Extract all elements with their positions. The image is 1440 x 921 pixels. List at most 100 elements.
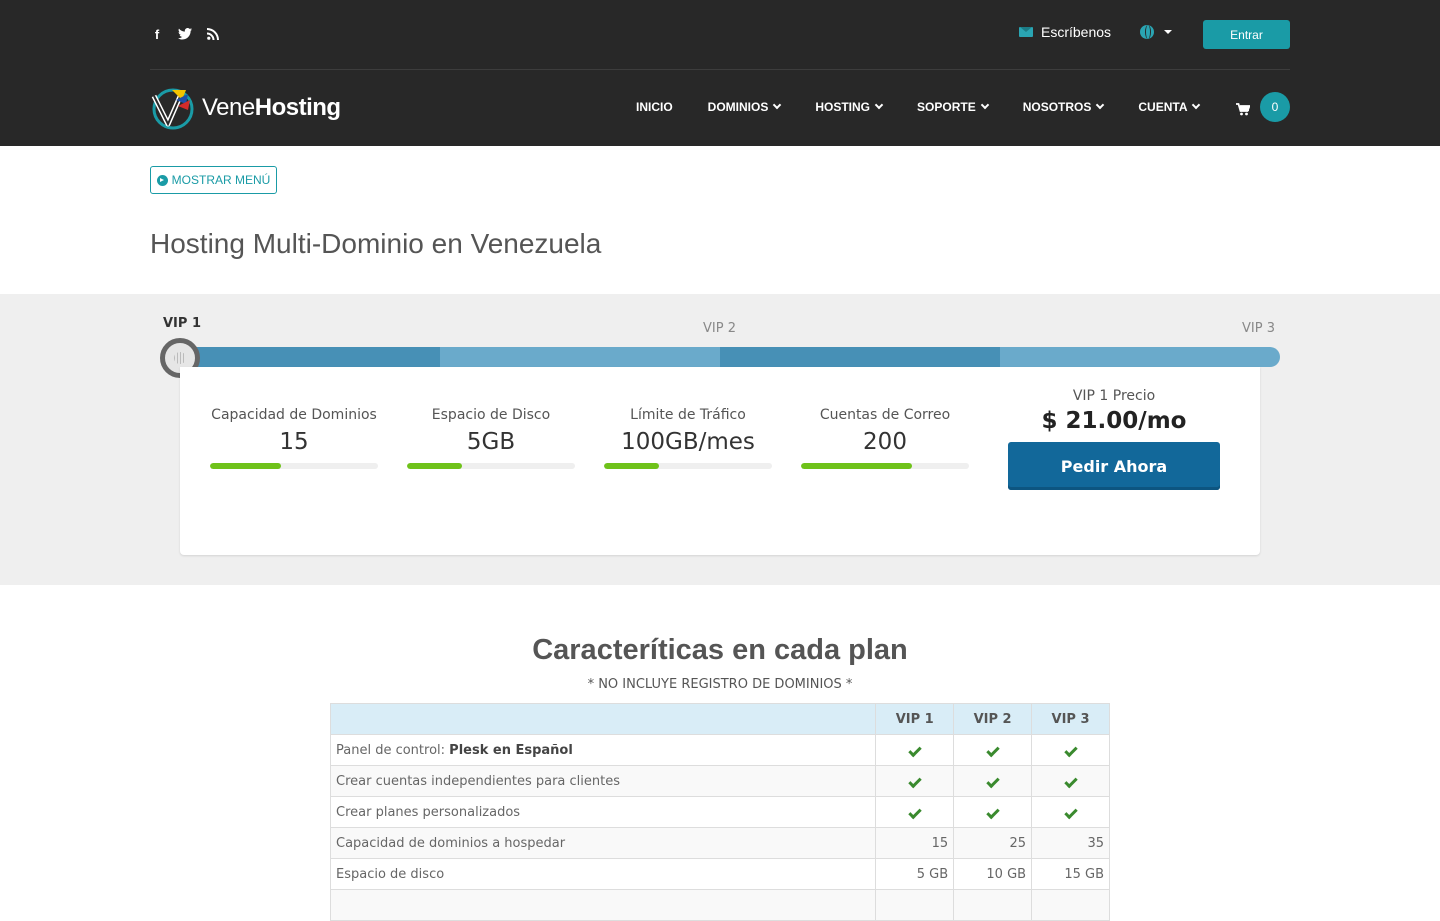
check-cell — [953, 734, 1033, 766]
plan-slider-track[interactable] — [180, 347, 1280, 367]
stat-progress-bar — [801, 463, 969, 469]
feature-text: Capacidad de dominios a hospedar — [336, 835, 566, 851]
chevron-down-icon — [1096, 100, 1105, 110]
envelope-icon — [1019, 27, 1033, 37]
stat-value: 100GB/mes — [621, 429, 755, 455]
value-cell: 15 GB — [1031, 858, 1110, 890]
nav-label: HOSTING — [815, 100, 871, 114]
stat-disk-space: Espacio de Disco 5GB — [407, 407, 575, 469]
page-title: Hosting Multi-Dominio en Venezuela — [150, 228, 602, 259]
brand-name-light: Vene — [202, 94, 255, 121]
nav-label: INICIO — [636, 100, 673, 114]
language-selector[interactable] — [1140, 25, 1172, 39]
check-cell — [875, 796, 955, 828]
nav-label: SOPORTE — [917, 100, 976, 114]
tier-label-vip1[interactable]: VIP 1 — [163, 316, 201, 331]
checkmark-icon — [985, 805, 1000, 819]
stat-domain-capacity: Capacidad de Dominios 15 — [210, 407, 378, 469]
feature-label: Capacidad de dominios a hospedar — [329, 827, 877, 859]
facebook-icon[interactable]: f — [150, 26, 164, 42]
features-table: VIP 1 VIP 2 VIP 3 Panel de control: Ples… — [329, 703, 1110, 921]
nav-item-nosotros[interactable]: NOSOTROS — [1023, 100, 1105, 114]
chevron-down-icon — [874, 100, 884, 110]
rss-icon[interactable] — [206, 26, 220, 42]
slider-segment — [180, 347, 440, 367]
value-cell: 15 — [875, 827, 955, 859]
nav-label: CUENTA — [1138, 100, 1188, 114]
slider-segment — [440, 347, 720, 367]
tier-label-vip3[interactable]: VIP 3 — [1242, 321, 1275, 336]
slider-segment — [1000, 347, 1280, 367]
nav-item-inicio[interactable]: INICIO — [636, 100, 673, 114]
stat-progress-bar — [210, 463, 378, 469]
table-row — [329, 889, 1110, 921]
cart-count-badge[interactable]: 0 — [1260, 92, 1290, 122]
order-now-button[interactable]: Pedir Ahora — [1008, 442, 1220, 490]
column-header: VIP 1 — [875, 703, 955, 735]
nav-label: DOMINIOS — [707, 100, 769, 114]
check-cell — [1031, 765, 1110, 797]
stat-email-accounts: Cuentas de Correo 200 — [801, 407, 969, 469]
login-button[interactable]: Entrar — [1203, 20, 1290, 49]
checkmark-icon — [907, 774, 922, 788]
show-menu-label: MOSTRAR MENÚ — [171, 173, 271, 187]
nav-item-cuenta[interactable]: CUENTA — [1138, 100, 1201, 114]
brand-name-bold: Hosting — [254, 94, 341, 121]
site-header: f Escríbenos Entrar VeneHosting INICIO D… — [0, 0, 1440, 146]
column-header — [329, 703, 877, 735]
table-header-row: VIP 1 VIP 2 VIP 3 — [329, 703, 1110, 735]
stat-progress-bar — [604, 463, 772, 469]
value-cell — [953, 889, 1033, 921]
column-header: VIP 2 — [953, 703, 1033, 735]
value-cell: 25 — [953, 827, 1033, 859]
twitter-icon[interactable] — [178, 26, 192, 42]
features-note: * NO INCLUYE REGISTRO DE DOMINIOS * — [587, 677, 853, 692]
social-links: f — [150, 26, 220, 42]
value-cell: 5 GB — [875, 858, 955, 890]
table-row: Crear planes personalizados — [329, 796, 1110, 828]
checkmark-icon — [907, 805, 922, 819]
brand-name: VeneHosting — [202, 94, 341, 122]
stat-label: Capacidad de Dominios — [211, 407, 377, 423]
feature-text: Crear planes personalizados — [336, 804, 521, 820]
plan-details-card: Capacidad de Dominios 15 Espacio de Disc… — [180, 367, 1260, 555]
stat-progress-fill — [604, 463, 660, 469]
feature-text: Panel de control: — [336, 742, 450, 758]
table-row: Crear cuentas independientes para client… — [329, 765, 1110, 797]
table-row: Espacio de disco 5 GB 10 GB 15 GB — [329, 858, 1110, 890]
price-box: VIP 1 Precio $ 21.00/mo Pedir Ahora — [1008, 388, 1220, 490]
checkmark-icon — [985, 774, 1000, 788]
nav-item-soporte[interactable]: SOPORTE — [917, 100, 989, 114]
chevron-down-icon — [980, 100, 989, 110]
feature-label: Panel de control: Plesk en Español — [329, 734, 877, 766]
price-label: VIP 1 Precio — [1072, 388, 1156, 404]
value-cell — [1031, 889, 1110, 921]
feature-text: Crear cuentas independientes para client… — [336, 773, 621, 789]
feature-highlight: Plesk en Español — [449, 742, 573, 758]
caret-down-icon — [1164, 30, 1172, 34]
show-menu-button[interactable]: MOSTRAR MENÚ — [150, 166, 277, 194]
check-cell — [875, 734, 955, 766]
checkmark-icon — [1063, 743, 1078, 757]
contact-link[interactable]: Escríbenos — [1019, 24, 1111, 40]
stat-progress-fill — [210, 463, 281, 469]
nav-item-hosting[interactable]: HOSTING — [815, 100, 884, 114]
stat-label: Límite de Tráfico — [630, 407, 746, 423]
stat-progress-fill — [801, 463, 912, 469]
value-cell — [875, 889, 955, 921]
cart-icon[interactable] — [1236, 101, 1251, 116]
check-cell — [953, 796, 1033, 828]
globe-icon — [1140, 25, 1154, 39]
chevron-down-icon — [1192, 100, 1201, 110]
tier-label-vip2[interactable]: VIP 2 — [703, 321, 736, 336]
table-row: Panel de control: Plesk en Español — [329, 734, 1110, 766]
nav-item-dominios[interactable]: DOMINIOS — [707, 100, 782, 114]
stat-progress-bar — [407, 463, 575, 469]
site-logo[interactable]: VeneHosting — [150, 84, 341, 132]
stat-label: Cuentas de Correo — [819, 407, 951, 423]
checkmark-icon — [1063, 805, 1078, 819]
stat-value: 200 — [863, 429, 907, 455]
feature-label: Espacio de disco — [329, 858, 877, 890]
checkmark-icon — [985, 743, 1000, 757]
feature-text: Espacio de disco — [336, 866, 445, 882]
